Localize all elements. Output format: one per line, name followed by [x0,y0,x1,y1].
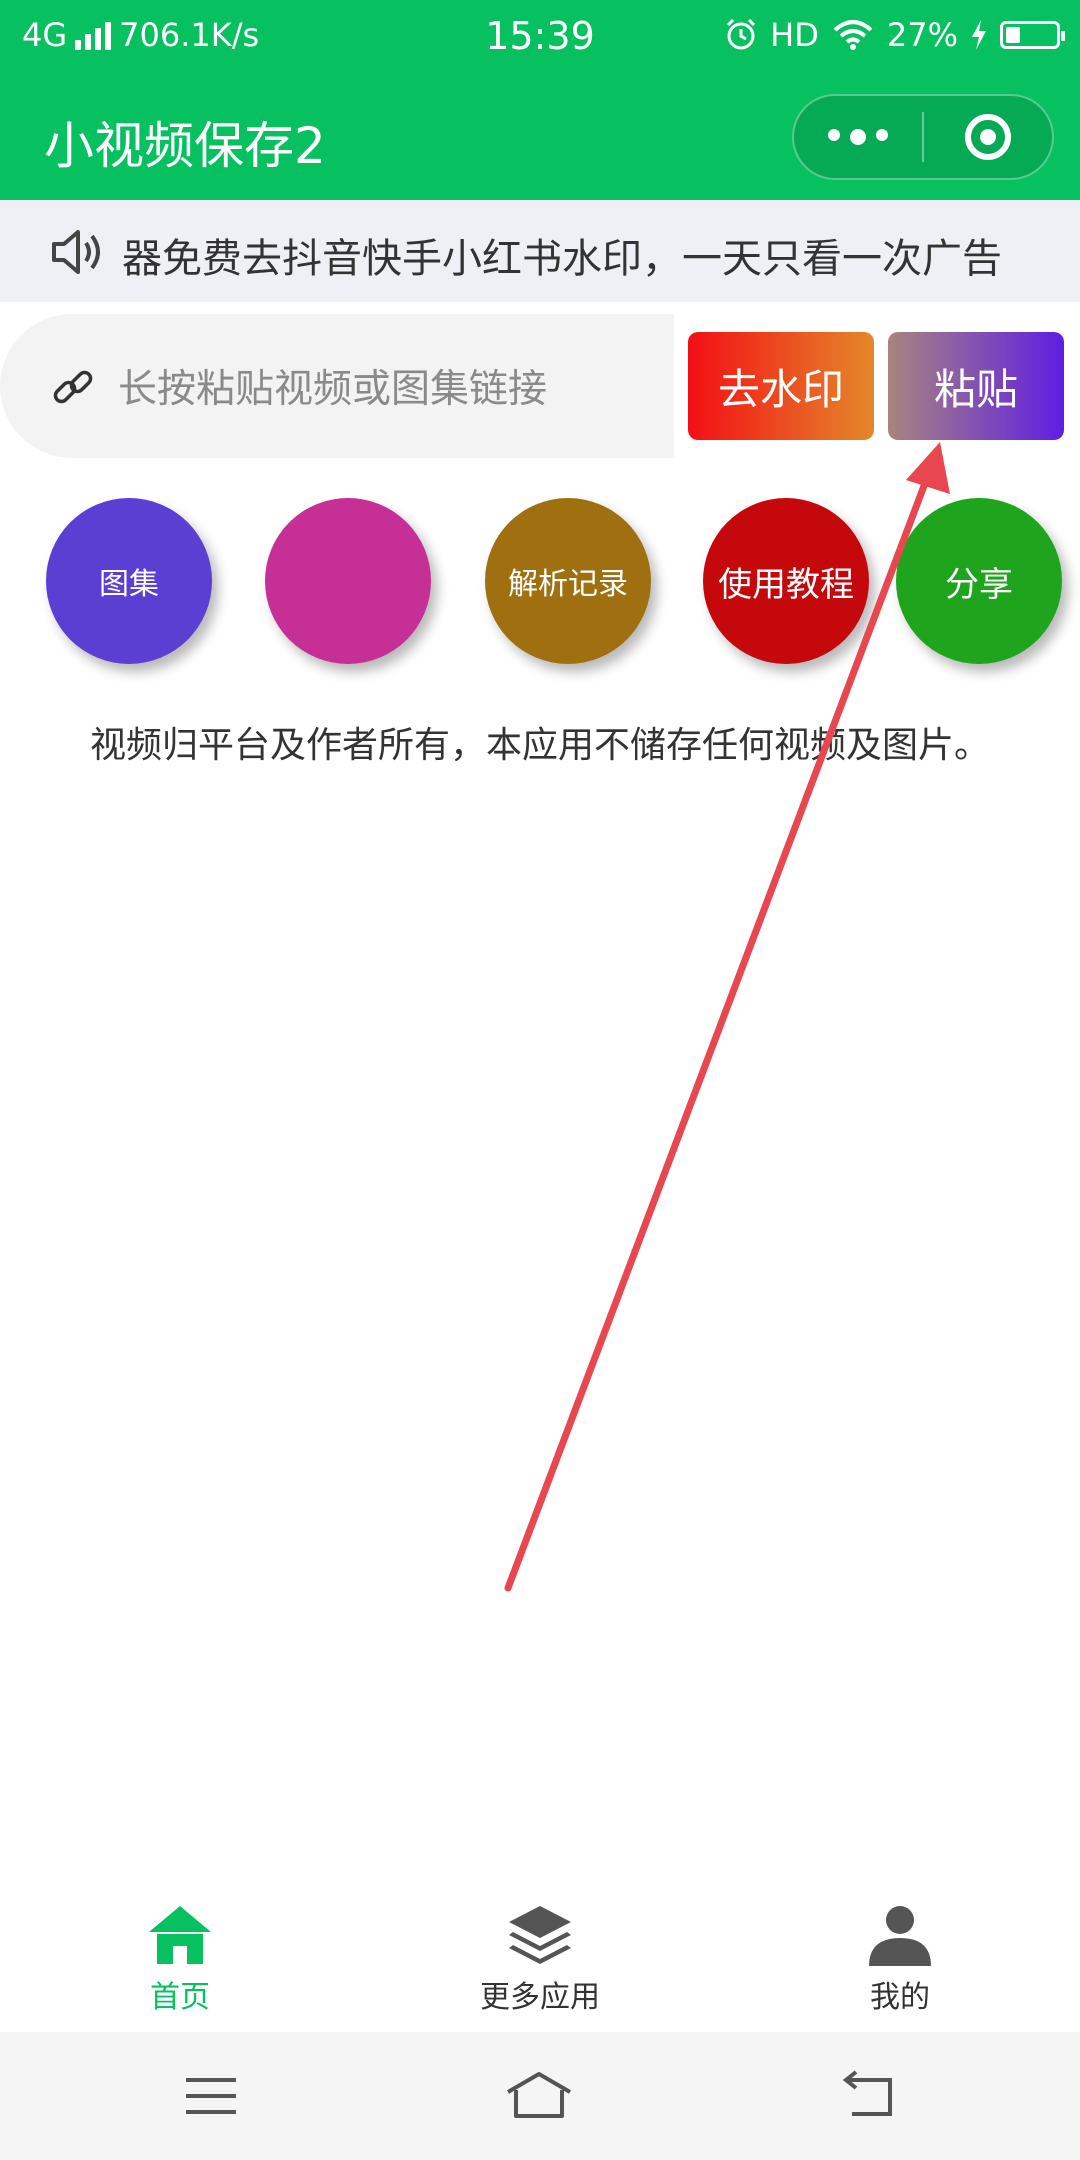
link-icon [53,370,93,404]
home-nav-icon[interactable] [504,2066,574,2126]
charging-icon [972,20,986,50]
tab-mine-label: 我的 [870,1980,930,2015]
page-title: 小视频保存2 [44,117,326,175]
input-placeholder: 长按粘贴视频或图集链接 [118,367,548,412]
more-dots-icon [828,129,888,145]
alarm-icon [727,18,756,50]
link-input[interactable]: 长按粘贴视频或图集链接 [0,314,674,458]
tab-bar: 首页 更多应用 我的 [0,1892,1080,2032]
back-icon[interactable] [834,2066,904,2126]
battery-percent: 27% [886,16,958,54]
tab-home[interactable]: 首页 [80,1892,280,2032]
nav-bar: 小视频保存2 [0,76,1080,200]
tab-mine[interactable]: 我的 [800,1892,1000,2032]
blank-circle-button[interactable] [265,498,431,664]
wifi-icon [833,20,873,50]
disclaimer-text: 视频归平台及作者所有，本应用不储存任何视频及图片。 [89,725,990,766]
tab-more-apps-label: 更多应用 [480,1980,600,2015]
status-right: HD 27% [724,16,1065,54]
more-button[interactable] [794,96,922,178]
paste-button[interactable]: 粘贴 [888,332,1064,440]
history-button[interactable]: 解析记录 [485,498,651,664]
speaker-icon [52,230,100,274]
user-icon [869,1906,931,1966]
mini-program-capsule [792,94,1054,180]
notice-bar: 器免费去抖音快手小红书水印，一天只看一次广告 [0,200,1080,302]
app-screen: 4G 706.1K/s 15:39 HD 27% 小视频保存2 器免费去抖音快手… [0,0,1080,2160]
menu-icon[interactable] [176,2066,246,2126]
battery-icon [1000,21,1065,49]
system-nav-bar [0,2032,1080,2160]
tutorial-button[interactable]: 使用教程 [703,498,869,664]
close-target-icon [965,114,1011,160]
tab-home-label: 首页 [150,1980,210,2015]
notice-text: 器免费去抖音快手小红书水印，一天只看一次广告 [122,236,1002,282]
status-bar: 4G 706.1K/s 15:39 HD 27% [0,0,1080,76]
tab-more-apps[interactable]: 更多应用 [440,1892,640,2032]
layers-icon [509,1906,571,1964]
home-icon [149,1906,211,1964]
hd-badge: HD [770,16,819,54]
remove-watermark-button[interactable]: 去水印 [688,332,874,440]
gallery-button[interactable]: 图集 [46,498,212,664]
close-button[interactable] [924,96,1052,178]
share-button[interactable]: 分享 [896,498,1062,664]
